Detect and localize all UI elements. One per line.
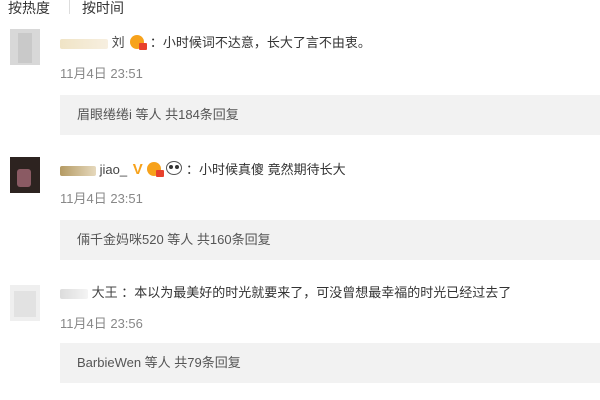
sort-divider xyxy=(69,0,70,14)
colon: ： xyxy=(121,285,135,300)
comment-time: 11月4日 23:56 xyxy=(60,316,143,331)
username[interactable]: 大王 xyxy=(60,285,121,300)
colon: ： xyxy=(185,162,199,177)
avatar[interactable] xyxy=(10,285,40,321)
username-blur xyxy=(60,38,108,49)
username-blur xyxy=(60,288,88,299)
comment-time: 11月4日 23:51 xyxy=(60,66,143,81)
colon: ： xyxy=(149,35,163,50)
username[interactable]: 刘 xyxy=(60,35,128,50)
sort-by-hot-tab[interactable]: 按热度 xyxy=(8,0,50,18)
reply-summary[interactable]: 倆千金妈咪520 等人 共160条回复 xyxy=(60,220,600,260)
comment-line: 大王 ：本以为最美好的时光就要来了，可没曾想最幸福的时光已经过去了 xyxy=(60,282,511,301)
comment-line: jiao_ V ：小时候真傻 竟然期待长大 xyxy=(60,159,346,178)
reply-summary[interactable]: BarbieWen 等人 共79条回复 xyxy=(60,343,600,383)
avatar[interactable] xyxy=(10,29,40,65)
comment-text: 本以为最美好的时光就要来了，可没曾想最幸福的时光已经过去了 xyxy=(134,285,512,300)
panda-emoji-icon xyxy=(166,161,183,175)
comment-line: 刘 ：小时候词不达意，长大了言不由衷。 xyxy=(60,32,371,51)
sort-by-time-tab[interactable]: 按时间 xyxy=(82,0,124,18)
verified-v-icon: V xyxy=(132,161,143,178)
comment-time: 11月4日 23:51 xyxy=(60,191,143,206)
fan-badge-icon xyxy=(130,35,148,50)
username[interactable]: jiao_ xyxy=(60,162,131,177)
username-blur xyxy=(60,165,96,176)
avatar[interactable] xyxy=(10,157,40,193)
comment-text: 小时候词不达意，长大了言不由衷。 xyxy=(162,35,371,50)
reply-summary[interactable]: 眉眼绻绻i 等人 共184条回复 xyxy=(60,95,600,135)
fan-badge-icon xyxy=(146,162,164,177)
comment-text: 小时候真傻 竟然期待长大 xyxy=(199,162,346,177)
sort-bar: 按热度 按时间 xyxy=(0,0,600,18)
